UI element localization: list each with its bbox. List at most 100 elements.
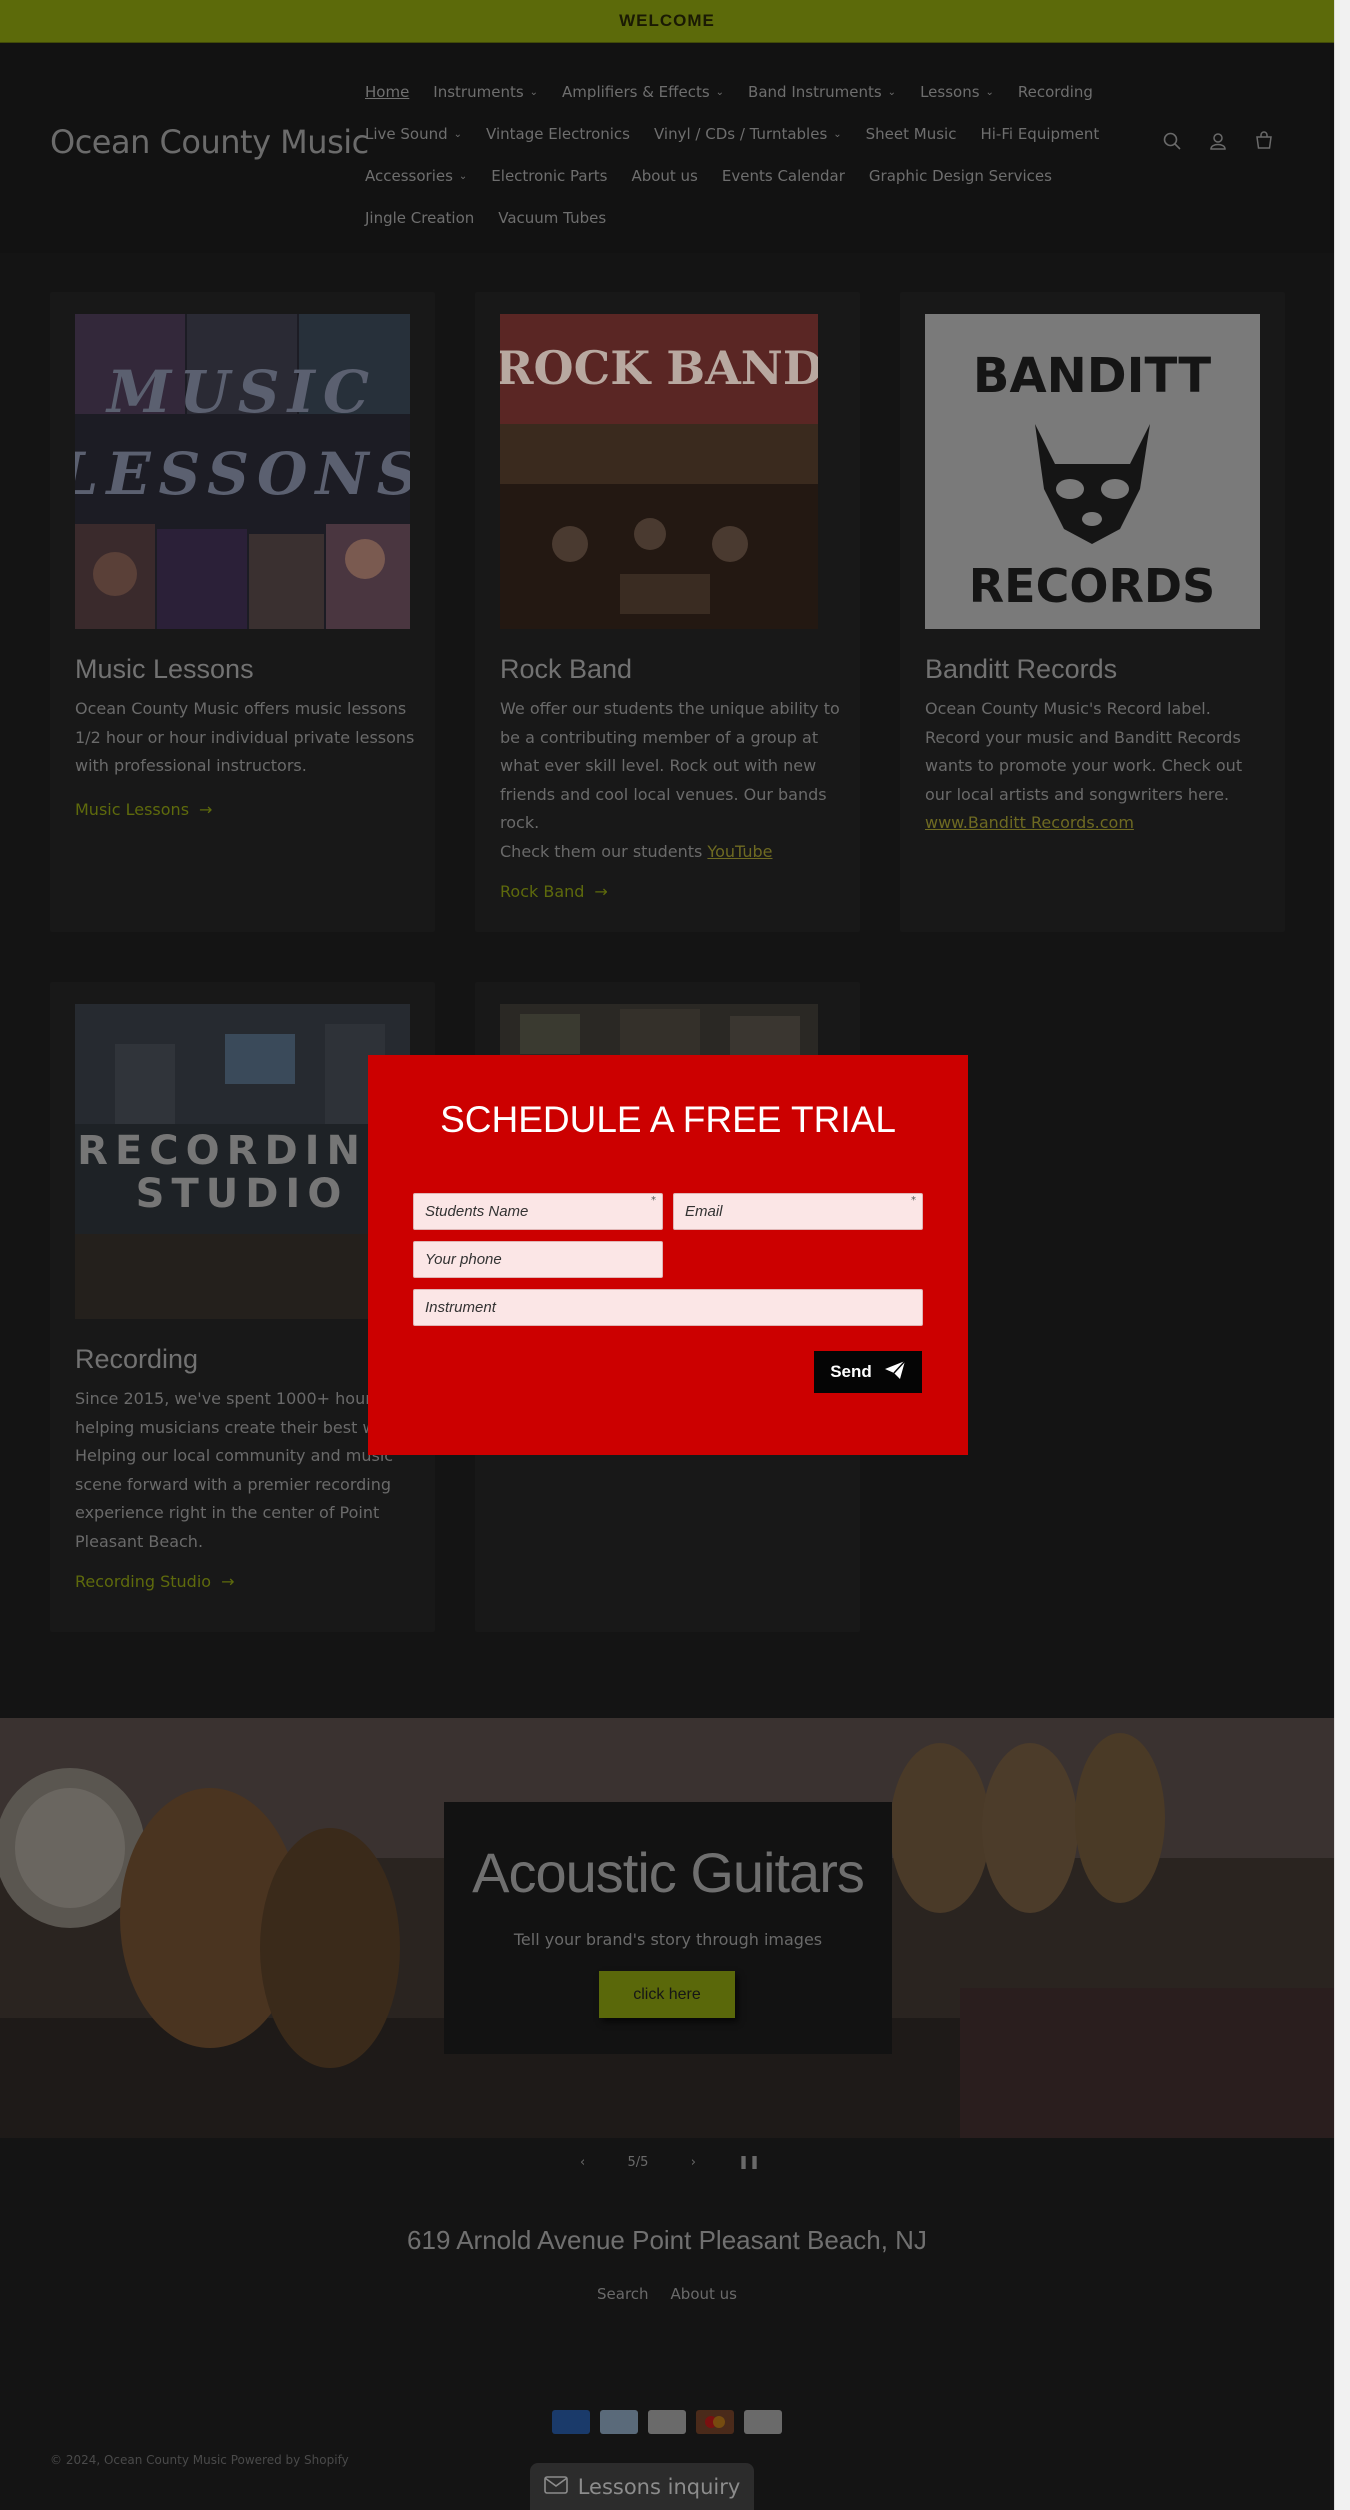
nav-item-home[interactable]: Home — [365, 83, 409, 101]
nav-item-label: Amplifiers & Effects — [562, 83, 710, 101]
youtube-link[interactable]: YouTube — [707, 842, 772, 861]
chevron-down-icon: ⌄ — [453, 128, 463, 140]
nav-item-lessons[interactable]: Lessons ⌄ — [920, 83, 994, 101]
pause-icon[interactable]: ❚❚ — [738, 2155, 760, 2170]
recording-studio-link[interactable]: Recording Studio → — [75, 1572, 234, 1591]
link-label: Recording Studio — [75, 1572, 212, 1591]
instrument-input[interactable] — [414, 1290, 922, 1325]
banner-content-box: Acoustic Guitars Tell your brand's story… — [444, 1802, 892, 2054]
instrument-field[interactable] — [413, 1289, 923, 1326]
nav-item-sheet-music[interactable]: Sheet Music — [866, 125, 957, 143]
slider-controls: ‹ 5/5 › ❚❚ — [580, 2150, 760, 2174]
chevron-down-icon: ⌄ — [985, 86, 994, 98]
card-rock-band: ROCK BAND Rock Band We offer our student… — [475, 292, 860, 932]
header-icons — [1162, 131, 1274, 151]
card-banditt-records: BANDITT RECORDS Banditt Records Ocean Co… — [900, 292, 1285, 932]
diners-club-icon — [600, 2410, 638, 2434]
free-trial-popup: SCHEDULE A FREE TRIAL * * Send — [368, 1055, 968, 1455]
banditt-image-top: BANDITT — [973, 348, 1211, 404]
nav-item-amplifiers-effects[interactable]: Amplifiers & Effects ⌄ — [562, 83, 724, 101]
search-icon[interactable] — [1162, 131, 1182, 151]
rock-band-link[interactable]: Rock Band → — [500, 882, 608, 901]
footer-link-search[interactable]: Search — [597, 2285, 649, 2303]
account-icon[interactable] — [1208, 131, 1228, 151]
site-logo[interactable]: Ocean County Music — [50, 123, 369, 161]
nav-item-label: Accessories — [365, 167, 453, 185]
nav-item-label: Jingle Creation — [365, 209, 475, 227]
card-title: Rock Band — [500, 654, 633, 684]
discover-icon — [648, 2410, 686, 2434]
card-description: Ocean County Music's Record label. Recor… — [925, 699, 1243, 804]
link-label: Rock Band — [500, 882, 585, 901]
nav-item-jingle-creation[interactable]: Jingle Creation — [365, 209, 474, 227]
lessons-inquiry-button[interactable]: Lessons inquiry — [530, 2463, 754, 2510]
nav-item-label: Instruments — [433, 83, 524, 101]
music-lessons-image-word1: MUSIC — [105, 358, 377, 426]
chevron-right-icon[interactable]: › — [691, 2155, 696, 2170]
hero-banner: Acoustic Guitars Tell your brand's story… — [0, 1718, 1334, 2138]
nav-item-vinyl-cds-turntables[interactable]: Vinyl / CDs / Turntables ⌄ — [654, 125, 842, 143]
nav-row: Home Instruments ⌄ Amplifiers & Effects ⌄ Ban… — [365, 71, 1125, 113]
nav-item-events-calendar[interactable]: Events Calendar — [722, 167, 845, 185]
nav-item-band-instruments[interactable]: Band Instruments ⌄ — [748, 83, 896, 101]
banditt-image-bottom: RECORDS — [969, 559, 1215, 613]
nav-item-label: Home — [365, 83, 410, 101]
recording-image-word1: RECORDING — [77, 1128, 407, 1174]
nav-item-instruments[interactable]: Instruments ⌄ — [433, 83, 538, 101]
card-title: Banditt Records — [925, 654, 1118, 684]
nav-item-label: Recording — [1017, 83, 1093, 101]
arrow-right-icon: → — [199, 800, 213, 819]
nav-row: Live Sound ⌄ Vintage Electronics Vinyl / CD… — [365, 113, 1125, 155]
banner-subtitle: Tell your brand's story through images — [513, 1930, 823, 1949]
nav-item-label: Vintage Electronics — [486, 125, 630, 143]
music-lessons-image-word2: LESSONS — [75, 440, 410, 508]
banditt-website-link[interactable]: www.Banditt Records.com — [925, 813, 1134, 832]
nav-item-vintage-electronics[interactable]: Vintage Electronics — [486, 125, 630, 143]
nav-item-accessories[interactable]: Accessories ⌄ — [365, 167, 467, 185]
students-name-field[interactable]: * — [413, 1193, 663, 1230]
nav-item-vacuum-tubes[interactable]: Vacuum Tubes — [498, 209, 606, 227]
nav-item-recording[interactable]: Recording — [1018, 83, 1093, 101]
popup-title: SCHEDULE A FREE TRIAL — [440, 1099, 896, 1140]
chevron-down-icon: ⌄ — [529, 86, 539, 98]
nav-item-label: Sheet Music — [865, 125, 957, 143]
nav-item-label: About us — [631, 167, 698, 185]
footer-address: 619 Arnold Avenue Point Pleasant Beach, … — [407, 2225, 927, 2255]
music-lessons-link[interactable]: Music Lessons → — [75, 800, 212, 819]
chevron-down-icon: ⌄ — [458, 170, 468, 182]
slide-counter: 5/5 — [627, 2154, 649, 2170]
phone-input[interactable] — [414, 1242, 662, 1277]
chevron-left-icon[interactable]: ‹ — [580, 2155, 585, 2170]
mastercard-icon — [696, 2410, 734, 2434]
youtube-prefix: Check them our students — [500, 842, 708, 861]
phone-field[interactable] — [413, 1241, 663, 1278]
payment-icons — [552, 2410, 782, 2434]
footer-link-about[interactable]: About us — [671, 2285, 737, 2303]
card-music-lessons: MUSIC LESSONS Music Lessons Ocean County… — [50, 292, 435, 932]
email-field[interactable]: * — [673, 1193, 923, 1230]
nav-item-graphic-design-services[interactable]: Graphic Design Services — [869, 167, 1052, 185]
amex-icon — [552, 2410, 590, 2434]
recording-studio-image: RECORDING STUDIO — [75, 1004, 410, 1319]
card-title: Music Lessons — [75, 654, 254, 684]
nav-item-hi-fi-equipment[interactable]: Hi-Fi Equipment — [980, 125, 1099, 143]
page: WELCOME Ocean County Music Home Instrumen… — [0, 0, 1334, 2510]
banner-button[interactable]: click here — [599, 1971, 735, 2018]
main-nav: Home Instruments ⌄ Amplifiers & Effects ⌄ Ban… — [365, 71, 1125, 239]
nav-item-live-sound[interactable]: Live Sound ⌄ — [365, 125, 462, 143]
students-name-input[interactable] — [414, 1194, 662, 1229]
banner-title: Acoustic Guitars — [472, 1841, 865, 1904]
rock-band-image-text: ROCK BAND — [500, 341, 818, 395]
nav-item-about-us[interactable]: About us — [631, 167, 697, 185]
nav-item-electronic-parts[interactable]: Electronic Parts — [491, 167, 607, 185]
nav-item-label: Band Instruments — [748, 83, 882, 101]
nav-item-label: Vinyl / CDs / Turntables — [653, 125, 828, 143]
email-input[interactable] — [674, 1194, 922, 1229]
send-button[interactable]: Send — [814, 1351, 922, 1393]
page-scrollbar[interactable] — [1334, 0, 1350, 2510]
recording-image-word2: STUDIO — [136, 1171, 349, 1217]
card-description: Since 2015, we've spent 1000+ hours help… — [75, 1389, 407, 1551]
cart-icon[interactable] — [1254, 131, 1274, 151]
visa-icon — [744, 2410, 782, 2434]
nav-item-label: Lessons — [920, 83, 980, 101]
